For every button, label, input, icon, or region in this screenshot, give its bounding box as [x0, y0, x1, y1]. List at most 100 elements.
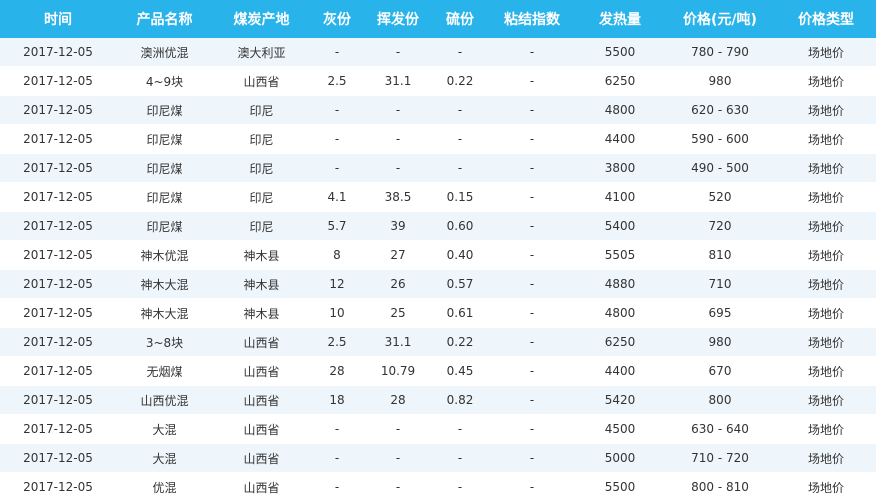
cell-sulfur: - [432, 124, 488, 154]
cell-volatile: - [364, 38, 432, 67]
cell-time: 2017-12-05 [0, 443, 116, 473]
cell-sulfur: 0.40 [432, 240, 488, 270]
cell-time: 2017-12-05 [0, 182, 116, 212]
table-row: 2017-12-05 印尼煤 印尼 - - - -4800 620 - 630 场地价 [0, 95, 876, 125]
cell-price: 620 - 630 [664, 95, 776, 125]
cell-ash: 2.5 [310, 327, 364, 357]
cell-volatile: 28 [364, 385, 432, 415]
cell-time: 2017-12-05 [0, 298, 116, 328]
cell-time: 2017-12-05 [0, 66, 116, 96]
cell-product-name: 神木大混 [116, 298, 213, 328]
cell-volatile: 31.1 [364, 66, 432, 96]
cell-price-type: 场地价 [776, 356, 876, 386]
cell-price-type: 场地价 [776, 66, 876, 96]
cell-coal-origin: 山西省 [213, 414, 310, 444]
cell-price-type: 场地价 [776, 269, 876, 299]
cell-coal-origin: 山西省 [213, 385, 310, 415]
column-header-sulfur: 硫份 [432, 0, 488, 38]
cell-ash: 8 [310, 240, 364, 270]
cell-coal-origin: 神木县 [213, 298, 310, 328]
cell-ash: 4.1 [310, 182, 364, 212]
cell-sulfur: - [432, 414, 488, 444]
column-header-time: 时间 [0, 0, 116, 38]
cell-volatile: - [364, 414, 432, 444]
table-row: 2017-12-05 神木大混 神木县 10 25 0.61-4800 695 场地价 [0, 298, 876, 328]
table-header: 时间 产品名称 煤炭产地 灰份 挥发份 硫份 粘结指数 发热量 价格(元/吨) 价格类型 [0, 0, 876, 38]
cell-price: 630 - 640 [664, 414, 776, 444]
cell-price-type: 场地价 [776, 443, 876, 473]
cell-caking-index: - [488, 182, 576, 212]
cell-price: 780 - 790 [664, 38, 776, 67]
cell-price: 710 - 720 [664, 443, 776, 473]
cell-product-name: 无烟煤 [116, 356, 213, 386]
cell-calorific-value: 4800 [576, 95, 664, 125]
cell-coal-origin: 印尼 [213, 124, 310, 154]
cell-coal-origin: 山西省 [213, 472, 310, 501]
cell-sulfur: 0.61 [432, 298, 488, 328]
cell-coal-origin: 澳大利亚 [213, 38, 310, 67]
cell-product-name: 印尼煤 [116, 211, 213, 241]
cell-volatile: 39 [364, 211, 432, 241]
cell-calorific-value: 4100 [576, 182, 664, 212]
table-row: 2017-12-05 山西优混 山西省 18 28 0.82-5420 800 场地价 [0, 385, 876, 415]
table-row: 2017-12-05 优混 山西省 - - - -5500 800 - 810 场地价 [0, 472, 876, 501]
cell-price-type: 场地价 [776, 240, 876, 270]
header-row: 时间 产品名称 煤炭产地 灰份 挥发份 硫份 粘结指数 发热量 价格(元/吨) 价格类型 [0, 0, 876, 38]
cell-price-type: 场地价 [776, 182, 876, 212]
column-header-calorific-value: 发热量 [576, 0, 664, 38]
cell-ash: 10 [310, 298, 364, 328]
cell-sulfur: 0.82 [432, 385, 488, 415]
cell-caking-index: - [488, 356, 576, 386]
cell-coal-origin: 山西省 [213, 66, 310, 96]
cell-coal-origin: 印尼 [213, 182, 310, 212]
cell-caking-index: - [488, 472, 576, 501]
cell-calorific-value: 4800 [576, 298, 664, 328]
cell-product-name: 印尼煤 [116, 124, 213, 154]
cell-caking-index: - [488, 95, 576, 125]
cell-time: 2017-12-05 [0, 95, 116, 125]
cell-calorific-value: 5000 [576, 443, 664, 473]
cell-volatile: 26 [364, 269, 432, 299]
table-row: 2017-12-05 神木大混 神木县 12 26 0.57-4880 710 场地价 [0, 269, 876, 299]
cell-volatile: 38.5 [364, 182, 432, 212]
cell-coal-origin: 印尼 [213, 153, 310, 183]
cell-ash: 28 [310, 356, 364, 386]
column-header-caking-index: 粘结指数 [488, 0, 576, 38]
cell-price: 710 [664, 269, 776, 299]
cell-time: 2017-12-05 [0, 356, 116, 386]
cell-product-name: 4~9块 [116, 66, 213, 96]
cell-coal-origin: 山西省 [213, 327, 310, 357]
cell-time: 2017-12-05 [0, 211, 116, 241]
cell-calorific-value: 3800 [576, 153, 664, 183]
column-header-volatile: 挥发份 [364, 0, 432, 38]
cell-ash: 2.5 [310, 66, 364, 96]
table-row: 2017-12-05 无烟煤 山西省 28 10.79 0.45-4400 670 场地价 [0, 356, 876, 386]
column-header-product-name: 产品名称 [116, 0, 213, 38]
table-row: 2017-12-05 大混 山西省 - - - -5000 710 - 720 场地价 [0, 443, 876, 473]
table-body: 2017-12-05 澳洲优混 澳大利亚 - - - -5500 780 - 790 场地价 20… [0, 38, 876, 501]
cell-product-name: 山西优混 [116, 385, 213, 415]
cell-price-type: 场地价 [776, 211, 876, 241]
cell-sulfur: 0.60 [432, 211, 488, 241]
cell-coal-origin: 神木县 [213, 240, 310, 270]
cell-coal-origin: 神木县 [213, 269, 310, 299]
cell-product-name: 印尼煤 [116, 153, 213, 183]
cell-caking-index: - [488, 211, 576, 241]
cell-calorific-value: 5500 [576, 472, 664, 501]
table-row: 2017-12-05 神木优混 神木县 8 27 0.40-5505 810 场地价 [0, 240, 876, 270]
column-header-coal-origin: 煤炭产地 [213, 0, 310, 38]
cell-coal-origin: 印尼 [213, 211, 310, 241]
cell-coal-origin: 山西省 [213, 356, 310, 386]
cell-sulfur: - [432, 443, 488, 473]
cell-time: 2017-12-05 [0, 414, 116, 444]
table-row: 2017-12-05 3~8块 山西省 2.5 31.1 0.22-6250 980 场地价 [0, 327, 876, 357]
cell-price-type: 场地价 [776, 298, 876, 328]
cell-price: 810 [664, 240, 776, 270]
table-row: 2017-12-05 澳洲优混 澳大利亚 - - - -5500 780 - 790 场地价 [0, 38, 876, 67]
cell-caking-index: - [488, 66, 576, 96]
coal-price-table: 时间 产品名称 煤炭产地 灰份 挥发份 硫份 粘结指数 发热量 价格(元/吨) 价格类型 2017… [0, 0, 876, 501]
cell-volatile: - [364, 124, 432, 154]
cell-calorific-value: 4400 [576, 124, 664, 154]
cell-time: 2017-12-05 [0, 472, 116, 501]
cell-price-type: 场地价 [776, 327, 876, 357]
